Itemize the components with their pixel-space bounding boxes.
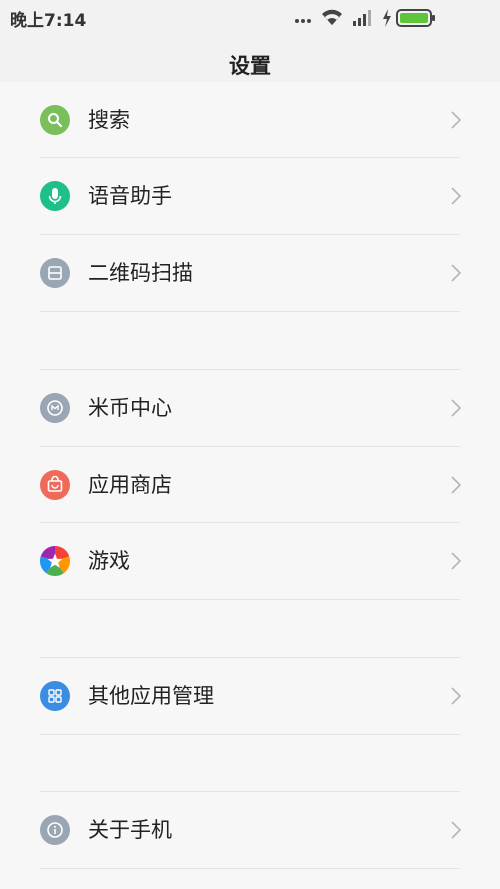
settings-item-label: 二维码扫描 (88, 261, 193, 285)
settings-item-about-phone[interactable]: 关于手机 (0, 792, 500, 868)
chevron-right-icon (451, 476, 462, 494)
signal-icon (353, 10, 371, 26)
mi-coin-icon (40, 393, 70, 423)
battery-icon (396, 9, 435, 27)
microphone-icon (40, 181, 70, 211)
divider (40, 868, 460, 869)
settings-item-label: 其他应用管理 (88, 684, 214, 708)
settings-item-voice-assistant[interactable]: 语音助手 (0, 158, 500, 234)
chevron-right-icon (451, 687, 462, 705)
chevron-right-icon (451, 552, 462, 570)
info-icon (40, 815, 70, 845)
chevron-right-icon (451, 264, 462, 282)
settings-item-mi-coin-center[interactable]: 米币中心 (0, 370, 500, 446)
game-star-icon (40, 546, 70, 576)
divider (40, 311, 460, 312)
chevron-right-icon (451, 821, 462, 839)
chevron-right-icon (451, 399, 462, 417)
qr-scan-icon (40, 258, 70, 288)
settings-item-qr-scan[interactable]: 二维码扫描 (0, 235, 500, 311)
settings-item-label: 关于手机 (88, 818, 172, 842)
settings-item-search[interactable]: 搜索 (0, 82, 500, 158)
app-store-icon (40, 470, 70, 500)
divider (40, 734, 460, 735)
settings-item-other-apps[interactable]: 其他应用管理 (0, 658, 500, 734)
status-icons (292, 7, 492, 29)
settings-item-label: 搜索 (88, 108, 130, 132)
apps-grid-icon (40, 681, 70, 711)
status-time: 晚上7:14 (10, 11, 87, 31)
page-title: 设置 (229, 54, 271, 78)
settings-item-label: 游戏 (88, 549, 130, 573)
settings-item-label: 语音助手 (88, 184, 172, 208)
settings-item-label: 米币中心 (88, 396, 172, 420)
more-dots-icon (295, 19, 311, 23)
settings-item-games[interactable]: 游戏 (0, 523, 500, 599)
chevron-right-icon (451, 187, 462, 205)
divider (40, 599, 460, 600)
settings-item-label: 应用商店 (88, 473, 172, 497)
charging-icon (383, 9, 391, 27)
wifi-icon (322, 9, 342, 25)
search-icon (40, 105, 70, 135)
status-bar: 晚上7:14 (0, 0, 500, 36)
settings-item-app-store[interactable]: 应用商店 (0, 447, 500, 523)
chevron-right-icon (451, 111, 462, 129)
